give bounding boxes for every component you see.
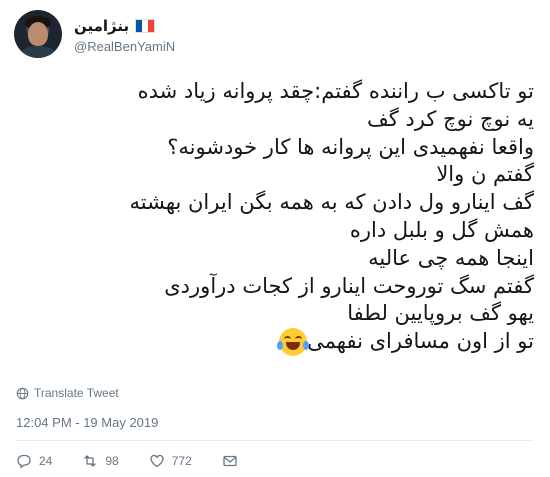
display-name[interactable]: بنژامین <box>74 17 129 35</box>
avatar[interactable] <box>14 10 62 58</box>
tweet-line: یهو گف بروپایین لطفا <box>347 301 534 326</box>
translate-label: Translate Tweet <box>34 386 119 400</box>
tweet-line: یه نوچ نوچ کرد گف <box>367 106 534 131</box>
retweet-count: 98 <box>105 454 119 468</box>
reply-count: 24 <box>39 454 53 468</box>
tweet-line: تو از اون مسافرای نفهمی <box>307 329 534 354</box>
heart-icon <box>150 454 164 468</box>
tweet-line: تو تاکسی ب راننده گفتم:چقد پروانه زیاد ش… <box>137 79 534 103</box>
like-button[interactable]: 772 <box>149 453 192 469</box>
reply-button[interactable]: 24 <box>16 453 52 469</box>
tweet-timestamp[interactable]: 12:04 PM - 19 May 2019 <box>16 415 158 430</box>
tweet-actions: 24 98 772 <box>16 450 275 472</box>
france-flag-icon <box>135 19 156 33</box>
retweet-icon <box>84 455 97 467</box>
reply-icon <box>17 454 31 469</box>
user-handle[interactable]: @RealBenYamiN <box>74 39 175 54</box>
envelope-icon <box>223 455 237 467</box>
tweet-header: بنژامین @RealBenYamiN <box>14 10 534 60</box>
tweet-last-line: تو از اون مسافرای نفهمی <box>24 328 534 357</box>
translate-tweet-link[interactable]: Translate Tweet <box>16 386 119 400</box>
tweet-line: گفتم ن والا <box>436 162 534 187</box>
retweet-button[interactable]: 98 <box>82 453 119 469</box>
avatar-shirt <box>20 46 56 58</box>
divider <box>16 440 534 441</box>
tweet-line: همش گل و بلبل داره <box>349 217 534 242</box>
tweet-text: تو تاکسی ب راننده گفتم:چقد پروانه زیاد ش… <box>24 78 534 357</box>
tweet-line: واقعا نفهمیدی این پروانه ها کار خودشونه؟ <box>167 134 534 159</box>
globe-icon <box>16 387 29 399</box>
avatar-face <box>28 22 48 46</box>
direct-message-button[interactable] <box>222 453 245 469</box>
tweet-line: گفتم سگ توروحت اینارو از کجات درآوردی <box>164 273 534 298</box>
like-count: 772 <box>171 454 192 468</box>
tweet-line: گف اینارو ول دادن که به همه بگن ایران به… <box>129 190 534 215</box>
name-row: بنژامین <box>74 16 156 36</box>
face-with-tears-of-joy-icon <box>277 328 310 357</box>
tweet-line: اینجا همه چی عالیه <box>368 245 534 270</box>
